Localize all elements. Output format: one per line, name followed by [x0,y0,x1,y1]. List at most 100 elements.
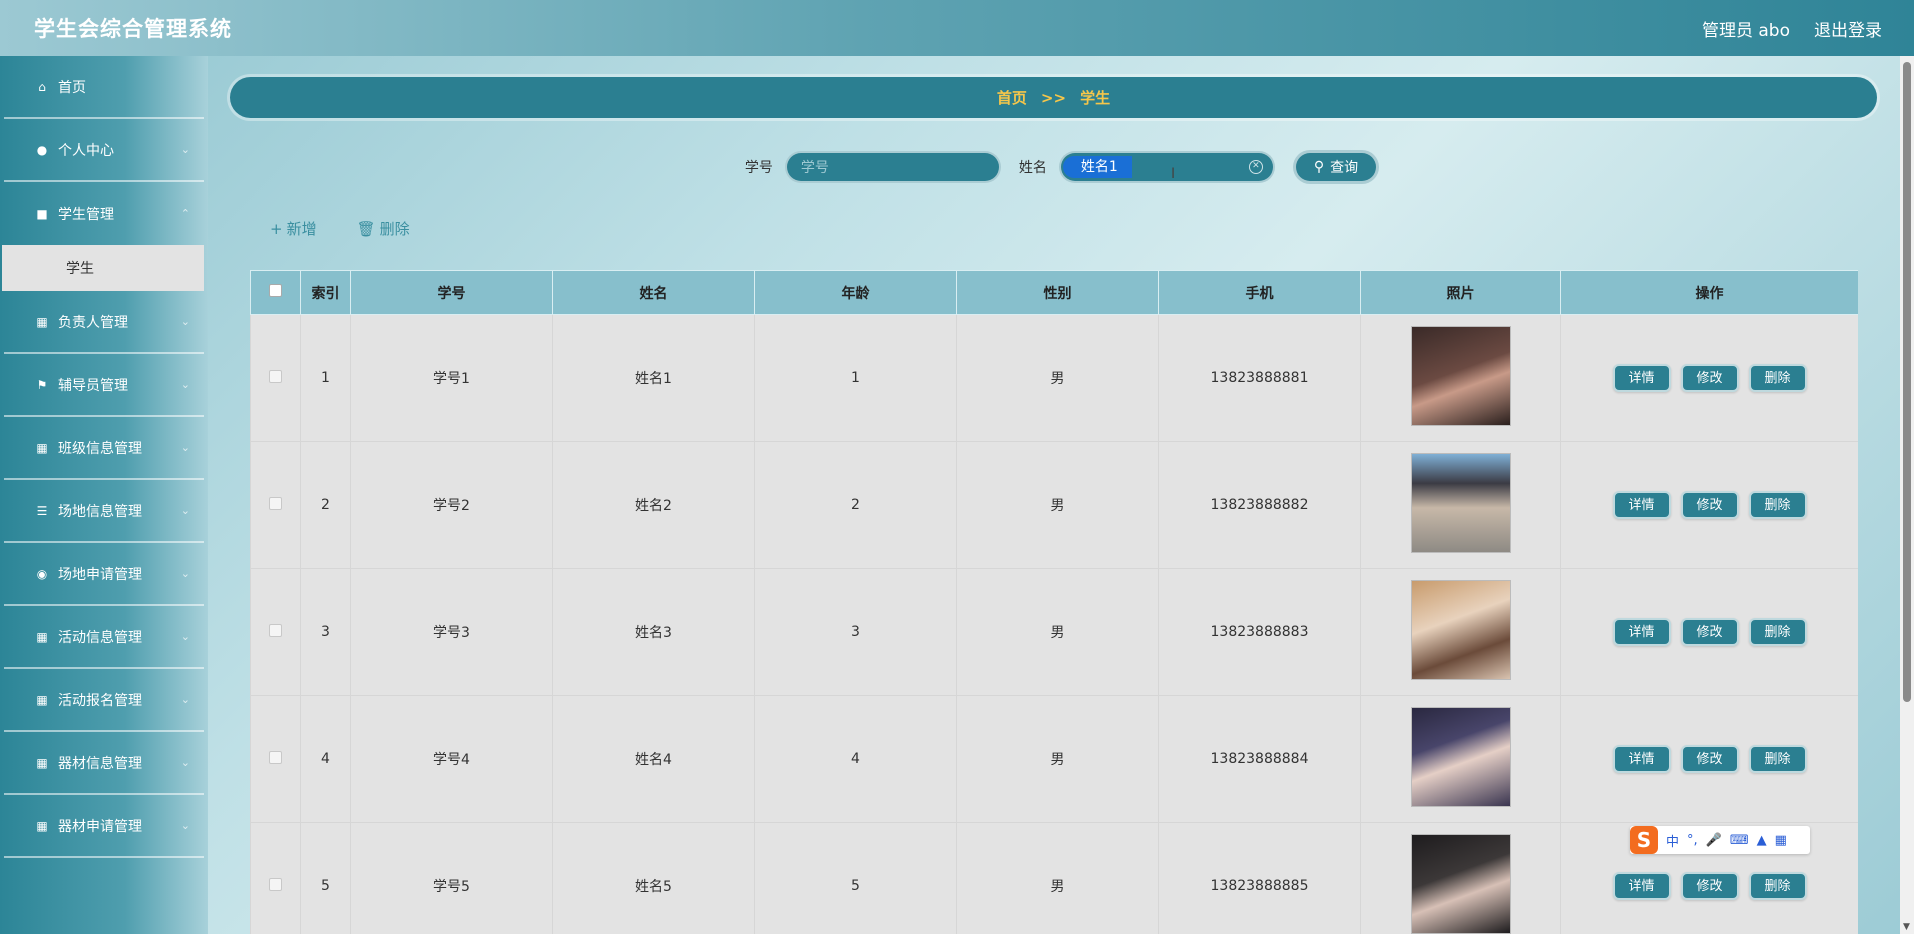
chevron-down-icon: ⌄ [180,378,190,391]
gender-cell: 男 [956,441,1159,569]
name-cell: 姓名1 [552,314,755,442]
chevron-down-icon: ⌄ [180,315,190,328]
ime-punct-toggle[interactable]: °, [1687,833,1698,848]
row-checkbox[interactable] [269,877,282,891]
sidebar-item-home[interactable]: ⌂ 首页 [4,56,204,119]
batch-delete-button[interactable]: 🗑 删除 [357,218,410,239]
clear-icon[interactable]: ✕ [1248,160,1263,174]
edit-button[interactable]: 修改 [1680,745,1739,773]
scroll-down-arrow-icon[interactable]: ▼ [1903,922,1910,932]
student-photo[interactable] [1410,580,1511,680]
phone-cell: 13823888882 [1158,441,1361,569]
search-bar: 学号 学号 姓名 姓名1 ✕ ⚲ 查询 [0,150,1914,184]
header-user-area: 管理员 abo 退出登录 [1702,16,1882,41]
index-cell: 3 [300,568,351,696]
sidebar-item-equipment-application[interactable]: ▦ 器材申请管理 ⌄ [4,795,204,858]
chevron-up-icon: ⌃ [180,207,190,220]
edit-button[interactable]: 修改 [1680,872,1739,900]
sidebar-item-venue-info[interactable]: ☰ 场地信息管理 ⌄ [4,480,204,543]
chevron-down-icon: ⌄ [180,441,190,454]
row-checkbox[interactable] [269,496,282,510]
name-cell: 姓名5 [552,822,755,934]
sidebar-item-student-management[interactable]: ■ 学生管理 ⌃ [4,182,204,245]
sidebar-item-leader-management[interactable]: ▦ 负责人管理 ⌄ [4,291,204,354]
student-table-container: 索引 学号 姓名 年龄 性别 手机 照片 操作 1 学号1 姓名1 1 男 13… [250,270,1858,934]
index-cell: 1 [300,314,351,442]
table-row: 2 学号2 姓名2 2 男 13823888882 详情 修改 删除 [250,441,1858,569]
delete-button[interactable]: 删除 [1748,491,1807,519]
sidebar-item-label: 学生管理 [58,206,114,223]
detail-button[interactable]: 详情 [1612,491,1671,519]
detail-button[interactable]: 详情 [1612,745,1671,773]
sidebar-item-label: 活动信息管理 [58,629,142,646]
edit-button[interactable]: 修改 [1680,618,1739,646]
detail-button[interactable]: 详情 [1612,364,1671,392]
row-checkbox[interactable] [269,623,282,637]
scrollbar-thumb[interactable] [1903,62,1911,702]
chevron-down-icon: ⌄ [180,504,190,517]
sidebar-item-class-info[interactable]: ▦ 班级信息管理 ⌄ [4,417,204,480]
submenu-item-student[interactable]: 学生 [2,245,204,291]
column-header: 年龄 [754,270,957,315]
delete-button[interactable]: 删除 [1748,872,1807,900]
apps-icon[interactable]: ▦ [1775,833,1787,848]
plus-icon: + [270,219,283,238]
microphone-icon[interactable]: 🎤 [1706,833,1722,848]
grid-icon: ▦ [36,755,48,770]
add-button[interactable]: + 新增 [270,218,317,239]
sidebar-item-counselor-management[interactable]: ⚑ 辅导员管理 ⌄ [4,354,204,417]
age-cell: 2 [754,441,957,569]
table-row: 1 学号1 姓名1 1 男 13823888881 详情 修改 删除 [250,314,1858,442]
table-header-row: 索引 学号 姓名 年龄 性别 手机 照片 操作 [250,270,1858,315]
ime-lang-toggle[interactable]: 中 [1666,831,1679,850]
skin-icon[interactable]: ▲ [1757,833,1767,848]
delete-button[interactable]: 删除 [1748,745,1807,773]
sidebar-item-equipment-info[interactable]: ▦ 器材信息管理 ⌄ [4,732,204,795]
sidebar: ⌂ 首页 ● 个人中心 ⌄ ■ 学生管理 ⌃ 学生 ▦ 负责人管理 ⌄ ⚑ 辅导… [0,56,208,934]
student-id-cell: 学号5 [350,822,553,934]
breadcrumb-home[interactable]: 首页 [997,87,1027,108]
student-photo[interactable] [1410,453,1511,553]
age-cell: 1 [754,314,957,442]
student-photo[interactable] [1410,834,1511,934]
edit-button[interactable]: 修改 [1680,491,1739,519]
column-header: 手机 [1158,270,1361,315]
name-input[interactable]: 姓名1 ✕ [1058,151,1275,183]
column-header: 照片 [1360,270,1561,315]
home-icon: ⌂ [38,79,46,94]
sidebar-item-label: 辅导员管理 [58,377,128,394]
select-all-checkbox[interactable] [269,284,282,297]
photo-cell [1360,441,1561,569]
student-id-input[interactable]: 学号 [784,151,1001,183]
page-scrollbar[interactable]: ▼ [1900,56,1914,934]
sidebar-item-label: 器材申请管理 [58,818,142,835]
query-button-label: 查询 [1330,160,1359,176]
name-label: 姓名 [1018,160,1047,176]
keyboard-icon[interactable]: ⌨ [1730,833,1749,848]
sogou-logo-icon[interactable]: S [1630,826,1658,854]
sidebar-item-activity-info[interactable]: ▦ 活动信息管理 ⌄ [4,606,204,669]
query-button[interactable]: ⚲ 查询 [1292,150,1380,184]
row-checkbox[interactable] [269,750,282,764]
sidebar-item-activity-signup[interactable]: ▦ 活动报名管理 ⌄ [4,669,204,732]
edit-button[interactable]: 修改 [1680,364,1739,392]
delete-button[interactable]: 删除 [1748,364,1807,392]
gender-cell: 男 [956,314,1159,442]
age-cell: 4 [754,695,957,823]
student-photo[interactable] [1410,326,1511,426]
detail-button[interactable]: 详情 [1612,618,1671,646]
list-icon: ☰ [36,503,48,518]
admin-user-label[interactable]: 管理员 abo [1702,16,1790,41]
logout-link[interactable]: 退出登录 [1814,16,1882,41]
name-input-value: 姓名1 [1062,156,1132,178]
age-cell: 3 [754,568,957,696]
sidebar-item-venue-application[interactable]: ◉ 场地申请管理 ⌄ [4,543,204,606]
row-select-cell [250,314,301,442]
row-checkbox[interactable] [269,369,282,383]
student-photo[interactable] [1410,707,1511,807]
delete-button[interactable]: 删除 [1748,618,1807,646]
index-cell: 5 [300,822,351,934]
detail-button[interactable]: 详情 [1612,872,1671,900]
chevron-down-icon: ⌄ [180,756,190,769]
operations-cell: 详情 修改 删除 [1560,695,1858,823]
